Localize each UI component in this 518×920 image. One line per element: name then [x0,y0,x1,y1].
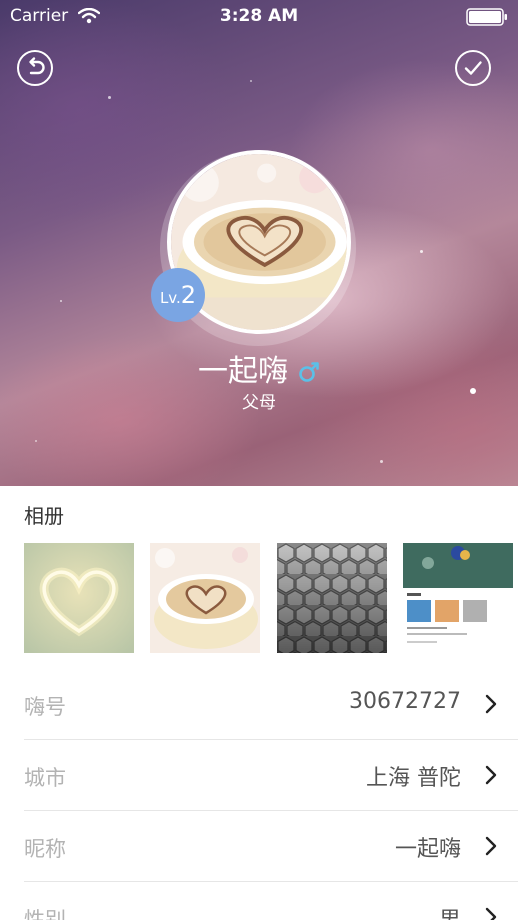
info-row-city[interactable]: 城市 上海 普陀 [24,740,518,811]
clock: 3:28 AM [219,6,299,26]
confirm-button[interactable] [455,50,491,86]
status-bar: Carrier 3:28 AM [0,0,518,34]
level-badge: Lv.2 [151,268,205,322]
level-number: 2 [180,281,197,309]
star [380,460,383,463]
row-label: 性别 [24,908,66,920]
album-thumb-hexagons[interactable] [277,543,387,653]
battery-icon [466,8,507,26]
latte-heart-photo [150,543,260,653]
male-symbol-icon [299,362,319,382]
row-label: 城市 [24,766,66,790]
checkmark-icon [464,61,482,75]
app-screenshot-photo [403,543,513,653]
row-label: 嗨号 [24,695,66,719]
star [35,440,37,442]
info-row-nickname[interactable]: 昵称 一起嗨 [24,811,518,882]
info-row-haihao[interactable]: 嗨号 30672727 [24,669,518,740]
row-value: 男 [439,902,461,920]
star [420,250,423,253]
album-thumb-latte[interactable] [150,543,260,653]
star [108,96,111,99]
row-value: 一起嗨 [394,837,461,862]
chevron-right-icon [485,907,497,920]
role-label: 父母 [242,393,276,413]
star [60,300,62,302]
info-row-gender[interactable]: 性别 男 [24,882,518,920]
star [250,80,252,82]
hexagon-pattern-photo [277,543,387,653]
row-label: 昵称 [24,837,66,861]
chevron-right-icon [485,694,497,714]
profile-name: 一起嗨 [0,346,518,390]
album-thumb-app-screenshot[interactable] [403,543,513,653]
chevron-right-icon [485,836,497,856]
row-value: 30672727 [349,689,461,714]
row-value: 上海 普陀 [366,766,461,791]
glowing-heart-photo [24,543,134,653]
chevron-right-icon [485,765,497,785]
level-prefix: Lv. [159,289,181,307]
profile-header: Carrier 3:28 AM Lv.2 一起嗨 父母 [0,0,518,486]
nickname-text: 一起嗨 [198,354,288,389]
album-title: 相册 [24,504,64,528]
back-button[interactable] [17,50,53,86]
back-undo-icon [29,57,45,75]
album-thumb-glowing-heart[interactable] [24,543,134,653]
